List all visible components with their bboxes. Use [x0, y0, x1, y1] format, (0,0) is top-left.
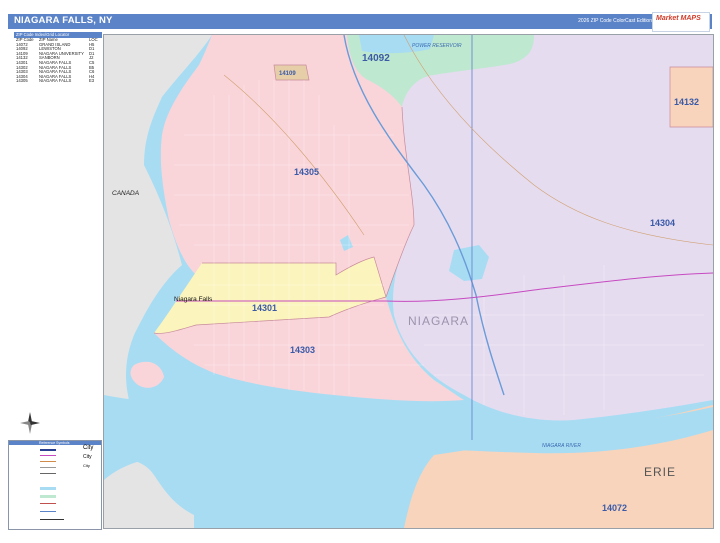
map-title: NIAGARA FALLS, NY: [14, 15, 113, 26]
logo-brand: Market MAPS: [656, 15, 701, 22]
label-power-reservoir: POWER RESERVOIR: [412, 43, 462, 49]
zip-code: 14305: [16, 78, 28, 84]
publisher-logo: Market MAPS: [652, 12, 710, 32]
legend-swatch: [40, 449, 56, 451]
label-erie-county: ERIE: [644, 465, 676, 479]
zip-index-row: 14305 NIAGARA FALLS E3: [14, 79, 102, 84]
legend-swatch: [40, 495, 56, 498]
legend-city-medium: City: [83, 454, 92, 460]
zip-label-14304: 14304: [650, 218, 675, 228]
legend-row-park: [12, 493, 98, 498]
zip-label-14305: 14305: [294, 167, 319, 177]
map-legend: Reference Symbols City City City: [8, 440, 102, 530]
zip-label-14132: 14132: [674, 97, 699, 107]
zip-map[interactable]: 14092 14109 14132 14305 14304 14301 1430…: [104, 35, 713, 528]
zip-label-14301: 14301: [252, 303, 277, 313]
zip-name: NIAGARA FALLS: [39, 78, 72, 84]
edition-label: 2026 ZIP Code ColorCast Edition: [578, 18, 652, 24]
zip-label-14092: 14092: [362, 53, 390, 64]
legend-swatch: [40, 467, 56, 468]
legend-swatch: [40, 503, 56, 504]
label-niagara-river: NIAGARA RIVER: [542, 443, 581, 449]
north-arrow-icon: [20, 412, 40, 434]
map-frame[interactable]: 14092 14109 14132 14305 14304 14301 1430…: [103, 34, 714, 529]
zip-loc: E3: [89, 78, 95, 84]
label-niagara-county: NIAGARA: [408, 314, 469, 328]
zip-code-index: ZIP Code Index/Grid Locator ZIP Code ZIP…: [14, 32, 102, 84]
legend-city-small: City: [83, 463, 90, 468]
legend-swatch: [40, 473, 56, 474]
label-niagara-falls-city: Niagara Falls: [174, 296, 213, 303]
legend-swatch: [40, 455, 56, 456]
legend-row-zip-boundary: [12, 501, 98, 506]
zip-label-14109: 14109: [279, 71, 296, 77]
legend-swatch: [40, 461, 56, 462]
label-canada: CANADA: [112, 190, 139, 197]
legend-row-scale: [12, 517, 98, 522]
legend-row-county-line: [12, 509, 98, 514]
legend-swatch: [40, 487, 56, 490]
map-header: NIAGARA FALLS, NY 2026 ZIP Code ColorCas…: [8, 12, 712, 32]
legend-row-railroad: [12, 471, 98, 476]
legend-city-large: City: [83, 445, 94, 451]
legend-swatch: [40, 511, 56, 512]
zip-label-14303: 14303: [290, 345, 315, 355]
scale-bar: [40, 519, 64, 520]
zip-label-14072: 14072: [602, 503, 627, 513]
legend-row-water: [12, 485, 98, 490]
